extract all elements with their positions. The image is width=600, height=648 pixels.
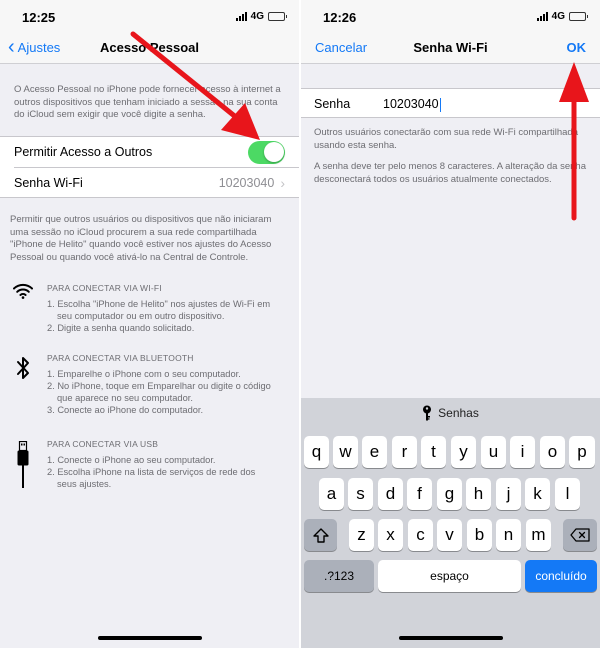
battery-icon: [569, 12, 588, 21]
key[interactable]: i: [510, 436, 535, 468]
battery-icon: [268, 12, 287, 21]
method-step: 1. Emparelhe o iPhone com o seu computad…: [47, 369, 241, 379]
shift-key[interactable]: [304, 519, 337, 551]
key[interactable]: q: [304, 436, 329, 468]
wifi-icon: [12, 283, 34, 299]
key[interactable]: a: [319, 478, 344, 510]
done-key[interactable]: concluído: [525, 560, 597, 592]
numbers-key[interactable]: .?123: [304, 560, 374, 592]
method-step: 1. Conecte o iPhone ao seu computador.: [47, 455, 216, 465]
key[interactable]: z: [349, 519, 374, 551]
network-label: 4G: [551, 11, 565, 22]
key-row-3: z x c v b n m: [301, 519, 600, 551]
key[interactable]: x: [378, 519, 403, 551]
bluetooth-icon: [12, 355, 34, 381]
shift-icon: [312, 527, 329, 543]
method-step: 2. No iPhone, toque em Emparelhar ou dig…: [47, 381, 271, 391]
key[interactable]: f: [407, 478, 432, 510]
key[interactable]: v: [437, 519, 462, 551]
home-indicator: [398, 636, 503, 640]
key[interactable]: s: [348, 478, 373, 510]
arrow-annotation-toggle: [130, 31, 260, 140]
key[interactable]: o: [540, 436, 565, 468]
key[interactable]: r: [392, 436, 417, 468]
password-input[interactable]: 10203040: [383, 97, 442, 112]
help-text-2: A senha deve ter pelo menos 8 caracteres…: [314, 161, 586, 185]
key[interactable]: w: [333, 436, 358, 468]
method-step: 1. Escolha "iPhone de Helito" nos ajuste…: [47, 299, 271, 309]
arrow-annotation-ok: [559, 62, 589, 221]
space-key[interactable]: espaço: [378, 560, 521, 592]
signal-icon: [235, 12, 247, 21]
help-text-1: Outros usuários conectarão com sua rede …: [314, 127, 579, 151]
method-step: seu computador ou em outro dispositivo.: [57, 311, 225, 321]
key[interactable]: p: [569, 436, 595, 468]
key[interactable]: k: [525, 478, 550, 510]
home-indicator: [97, 636, 202, 640]
key[interactable]: j: [496, 478, 521, 510]
key[interactable]: e: [362, 436, 387, 468]
passwords-bar[interactable]: Senhas: [301, 398, 600, 428]
key-row-2: a s d f g h j k l: [301, 478, 600, 510]
key[interactable]: y: [451, 436, 476, 468]
wifi-password-label: Senha Wi-Fi: [14, 175, 83, 190]
password-label: Senha: [314, 97, 351, 111]
key[interactable]: t: [421, 436, 446, 468]
page-title: Senha Wi-Fi: [413, 40, 488, 55]
method-title: PARA CONECTAR VIA USB: [47, 439, 159, 449]
status-time: 12:26: [323, 10, 357, 25]
key[interactable]: c: [408, 519, 433, 551]
left-screen: 12:25 4G ‹ Ajustes Acesso Pessoal O Aces…: [0, 0, 299, 648]
method-title: PARA CONECTAR VIA BLUETOOTH: [47, 353, 194, 363]
description-text: Permitir que outros usuários ou disposit…: [10, 214, 272, 263]
text-caret: [439, 97, 442, 112]
delete-key[interactable]: [563, 519, 597, 551]
right-screen: 12:26 4G Cancelar Senha Wi-Fi OK Senha 1…: [301, 0, 600, 648]
method-title: PARA CONECTAR VIA WI-FI: [47, 283, 162, 293]
passwords-label: Senhas: [438, 406, 479, 420]
usb-icon: [12, 441, 34, 489]
backspace-icon: [570, 528, 590, 542]
key[interactable]: m: [526, 519, 551, 551]
network-label: 4G: [250, 11, 264, 22]
wifi-password-row[interactable]: Senha Wi-Fi 10203040 ›: [14, 167, 299, 197]
key[interactable]: u: [481, 436, 506, 468]
method-step: 2. Digite a senha quando solicitado.: [47, 323, 195, 333]
key[interactable]: l: [555, 478, 580, 510]
signal-icon: [536, 12, 548, 21]
method-step: que aparece no seu computador.: [57, 393, 193, 403]
key-icon: [423, 405, 432, 421]
status-time: 12:25: [22, 10, 56, 25]
key-row-4: .?123 espaço concluído: [301, 560, 600, 592]
method-step: seus ajustes.: [57, 479, 112, 489]
status-bar: 12:26 4G: [301, 0, 600, 34]
ok-button[interactable]: OK: [567, 40, 587, 55]
method-step: 2. Escolha iPhone na lista de serviços d…: [47, 467, 256, 477]
key[interactable]: n: [496, 519, 521, 551]
keyboard: Senhas q w e r t y u i o p a s d f g h j…: [301, 398, 600, 648]
key[interactable]: b: [467, 519, 492, 551]
key[interactable]: g: [437, 478, 462, 510]
method-step: 3. Conecte ao iPhone do computador.: [47, 405, 204, 415]
chevron-right-icon: ›: [280, 174, 285, 191]
key[interactable]: d: [378, 478, 403, 510]
key[interactable]: h: [466, 478, 491, 510]
key-row-1: q w e r t y u i o p: [301, 436, 600, 468]
wifi-password-value: 10203040: [218, 175, 275, 190]
